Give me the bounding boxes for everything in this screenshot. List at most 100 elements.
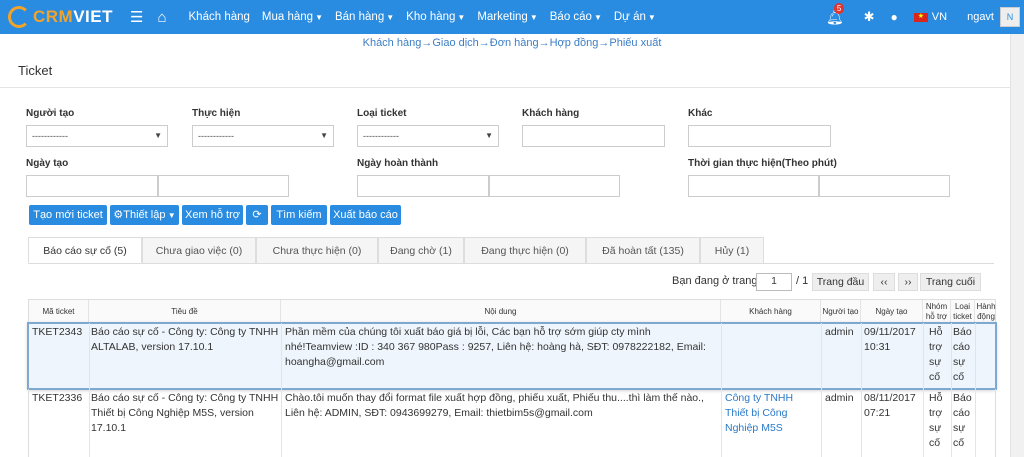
- col-header-loai-ticket[interactable]: Loại ticket: [951, 300, 975, 324]
- drop-icon[interactable]: ●: [891, 10, 898, 24]
- col-header-nhom-ho-tro[interactable]: Nhóm hỗ trợ: [923, 300, 951, 324]
- nav-marketing[interactable]: Marketing ▼: [477, 11, 537, 23]
- caret-down-icon: ▼: [593, 13, 602, 22]
- tab-dang-thuc-hien[interactable]: Đang thực hiện (0): [464, 237, 586, 263]
- thoi-gian-to-input[interactable]: [819, 175, 950, 197]
- nav-mua-hang[interactable]: Mua hàng ▼: [262, 11, 323, 23]
- filter-label-nguoi-tao: Người tạo: [26, 108, 75, 119]
- table-row[interactable]: TKET2336 Báo cáo sự cố - Công ty: Công t…: [28, 389, 996, 457]
- cell-loai-ticket: Báo cáo sự cố: [953, 392, 972, 449]
- cell-ngay-tao: 08/11/2017 07:21: [864, 392, 916, 419]
- filter-label-ngay-hoan-thanh: Ngày hoàn thành: [357, 158, 439, 169]
- language-selector[interactable]: VN: [932, 11, 947, 23]
- col-header-tieu-de[interactable]: Tiêu đề: [89, 300, 281, 324]
- col-header-noi-dung[interactable]: Nội dung: [281, 300, 721, 324]
- cell-ma-ticket[interactable]: TKET2343: [32, 325, 88, 340]
- col-divider: [721, 389, 722, 457]
- setup-button[interactable]: ⚙Thiết lập ▼: [110, 205, 179, 225]
- caret-down-icon: ▼: [165, 211, 176, 220]
- cell-nguoi-tao: admin: [825, 326, 854, 338]
- breadcrumb[interactable]: Khách hàng→Giao dịch→Đơn hàng→Hợp đồng→P…: [0, 37, 1024, 49]
- col-header-khach-hang[interactable]: Khách hàng: [721, 300, 821, 324]
- hamburger-menu-icon[interactable]: ☰: [130, 8, 143, 26]
- page-total: / 1: [796, 275, 809, 287]
- chevron-down-icon: ▼: [320, 131, 328, 140]
- thuc-hien-select[interactable]: ------------ ▼: [192, 125, 334, 147]
- nav-du-an[interactable]: Dự án ▼: [614, 11, 656, 23]
- nav-ban-hang[interactable]: Bán hàng ▼: [335, 11, 394, 23]
- cell-khach-hang[interactable]: Công ty TNHH Thiết bị Công Nghiệp M5S: [725, 391, 819, 436]
- filter-label-khach-hang: Khách hàng: [522, 108, 580, 119]
- filter-label-khac: Khác: [688, 108, 713, 119]
- view-support-button[interactable]: Xem hỗ trợ: [182, 205, 243, 225]
- filter-label-thuc-hien: Thực hiện: [192, 108, 241, 119]
- logo-icon: [8, 6, 30, 28]
- last-page-button[interactable]: Trang cuối: [920, 273, 981, 291]
- col-divider: [861, 323, 862, 389]
- top-right-tools: 🔔︎5 ✱ ● VN ngavt N: [826, 0, 1024, 34]
- avatar[interactable]: N: [1000, 7, 1020, 27]
- search-button[interactable]: Tìm kiếm: [271, 205, 327, 225]
- ngay-tao-to-input[interactable]: [158, 175, 289, 197]
- scrollbar[interactable]: [1010, 34, 1024, 457]
- next-page-button[interactable]: ››: [898, 273, 918, 291]
- gear-icon[interactable]: ✱: [864, 9, 875, 25]
- refresh-button[interactable]: ⟳: [246, 205, 268, 225]
- vietnam-flag-icon[interactable]: [913, 12, 928, 22]
- page-number-input[interactable]: 1: [756, 273, 792, 291]
- cell-ma-ticket[interactable]: TKET2336: [32, 391, 88, 406]
- col-divider: [281, 323, 282, 389]
- first-page-button[interactable]: Trang đầu: [812, 273, 869, 291]
- home-icon[interactable]: ⌂: [157, 9, 166, 26]
- col-header-nguoi-tao[interactable]: Người tạo: [821, 300, 861, 324]
- tab-chua-thuc-hien[interactable]: Chưa thực hiện (0): [256, 237, 378, 263]
- export-report-button[interactable]: Xuất báo cáo: [330, 205, 401, 225]
- tab-bao-cao-su-co[interactable]: Báo cáo sự cố (5): [28, 237, 142, 263]
- caret-down-icon: ▼: [315, 13, 323, 22]
- col-divider: [821, 389, 822, 457]
- loai-ticket-select[interactable]: ------------ ▼: [357, 125, 499, 147]
- khac-input[interactable]: [688, 125, 831, 147]
- cell-noi-dung: Chào.tôi muốn thay đổi format file xuất …: [285, 392, 704, 419]
- table-row[interactable]: TKET2343 Báo cáo sự cố - Công ty: Công t…: [27, 322, 997, 390]
- nav-khach-hang[interactable]: Khách hàng: [189, 11, 250, 23]
- tab-huy[interactable]: Hủy (1): [700, 237, 764, 263]
- nguoi-tao-select[interactable]: ------------ ▼: [26, 125, 168, 147]
- tab-chua-giao-viec[interactable]: Chưa giao việc (0): [142, 237, 256, 263]
- nav-bao-cao[interactable]: Báo cáo ▼: [550, 11, 602, 23]
- col-divider: [951, 389, 952, 457]
- col-header-hanh-dong: Hành động: [976, 302, 996, 321]
- col-divider: [721, 323, 722, 389]
- ngay-hoan-thanh-from-input[interactable]: [357, 175, 489, 197]
- cell-ngay-tao: 09/11/2017 10:31: [864, 326, 916, 353]
- prev-page-button[interactable]: ‹‹: [873, 273, 895, 291]
- page-title: Ticket: [18, 63, 53, 78]
- caret-down-icon: ▼: [529, 13, 538, 22]
- username[interactable]: ngavt: [967, 11, 994, 23]
- refresh-icon: ⟳: [252, 209, 262, 221]
- divider: [0, 87, 1010, 88]
- cell-loai-ticket: Báo cáo sự cố: [953, 326, 972, 383]
- khach-hang-input[interactable]: [522, 125, 665, 147]
- filter-label-loai-ticket: Loại ticket: [357, 108, 407, 119]
- col-divider: [951, 323, 952, 389]
- ngay-hoan-thanh-to-input[interactable]: [489, 175, 620, 197]
- col-divider: [821, 323, 822, 389]
- col-header-ma-ticket[interactable]: Mã ticket: [29, 300, 89, 324]
- ngay-tao-from-input[interactable]: [26, 175, 158, 197]
- col-header-ngay-tao[interactable]: Ngày tạo: [861, 300, 923, 324]
- cell-nguoi-tao: admin: [825, 392, 854, 404]
- tab-dang-cho[interactable]: Đang chờ (1): [378, 237, 464, 263]
- thoi-gian-from-input[interactable]: [688, 175, 819, 197]
- nav-kho-hang[interactable]: Kho hàng ▼: [406, 11, 465, 23]
- cell-tieu-de[interactable]: Báo cáo sự cố - Công ty: Công ty TNHH Th…: [91, 391, 279, 436]
- create-ticket-button[interactable]: Tạo mới ticket: [29, 205, 107, 225]
- caret-down-icon: ▼: [647, 13, 656, 22]
- logo[interactable]: CRMVIET: [0, 0, 120, 34]
- col-divider: [861, 389, 862, 457]
- notification-badge: 5: [833, 2, 845, 14]
- bell-icon[interactable]: 🔔︎ 5: [826, 2, 845, 26]
- chevron-down-icon: ▼: [154, 131, 162, 140]
- tab-da-hoan-tat[interactable]: Đã hoàn tất (135): [586, 237, 700, 263]
- cell-tieu-de[interactable]: Báo cáo sự cố - Công ty: Công ty TNHH AL…: [91, 325, 279, 355]
